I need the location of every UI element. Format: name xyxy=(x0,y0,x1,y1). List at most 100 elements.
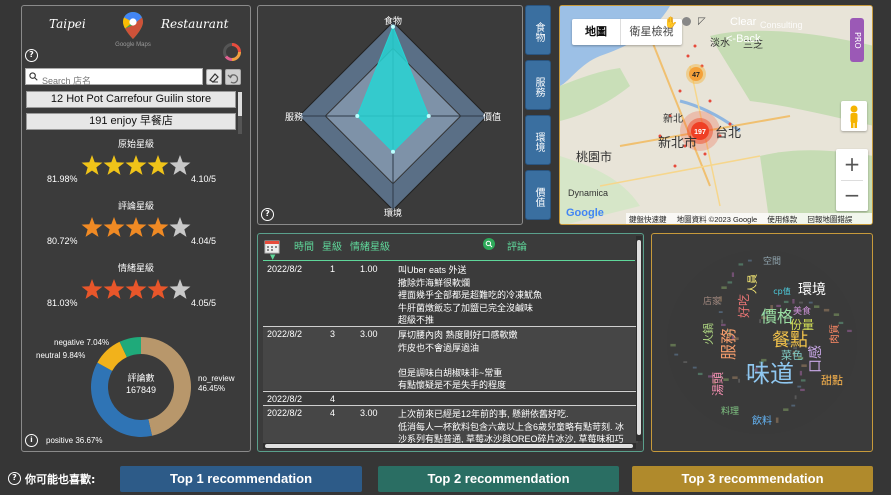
keyboard-shortcuts-link[interactable]: 鍵盤快速鍵 xyxy=(629,215,667,224)
map-label-taipei: 台北 xyxy=(715,125,741,140)
map-footer: 鍵盤快速鍵 地圖資料 ©2023 Google 使用條款 回報地圖錯誤 xyxy=(626,213,872,224)
word-cloud-word: 料理 xyxy=(721,405,739,417)
radar-help-icon[interactable]: ? xyxy=(261,208,274,221)
word-cloud-word: 空間 xyxy=(763,255,781,267)
word-cloud-filler: ▬ xyxy=(670,341,677,349)
store-list-item[interactable]: 191 enjoy 早餐店 xyxy=(26,113,236,130)
word-cloud-word: 環境 xyxy=(798,282,826,298)
star-filled xyxy=(81,279,103,299)
word-cloud-filler: ▬ xyxy=(799,300,804,306)
recommendation-bar: ? 你可能也喜歡: Top 1 recommendation Top 2 rec… xyxy=(0,462,891,495)
street-view-pegman-button[interactable] xyxy=(841,101,867,131)
scrollbar-thumb[interactable] xyxy=(637,240,641,435)
word-cloud-word: 服務 xyxy=(719,328,738,360)
zoom-out-button[interactable]: − xyxy=(836,180,868,211)
word-cloud-filler: ▬ xyxy=(748,258,753,264)
review-vertical-scrollbar[interactable] xyxy=(636,236,642,441)
pro-badge[interactable]: PRO xyxy=(850,18,864,62)
tab-environment[interactable]: 環境 xyxy=(525,115,551,165)
word-cloud-word: 湯頭 xyxy=(711,372,725,396)
column-header-emotion[interactable]: 情緒星級 xyxy=(350,238,390,253)
eraser-button[interactable] xyxy=(206,69,222,85)
review-text: 叫Uber eats 外送 撒除炸海鮮很軟爛 裡面幾乎全部都是超難吃的冷凍魷魚 … xyxy=(398,265,543,325)
word-cloud-word: 肉質 xyxy=(828,324,841,344)
star-filled xyxy=(125,279,147,299)
word-cloud-filler: ▬ xyxy=(732,374,739,382)
top3-recommendation-button[interactable]: Top 3 recommendation xyxy=(632,466,873,492)
word-cloud-filler: ▬ xyxy=(793,395,799,400)
terms-link[interactable]: 使用條款 xyxy=(767,215,797,224)
undo-button[interactable] xyxy=(225,69,241,85)
star-filled xyxy=(125,217,147,237)
review-date: 2022/8/2 xyxy=(267,264,303,274)
hand-icon[interactable]: ✋ xyxy=(664,16,678,29)
donut-center-label: 評論數 xyxy=(127,372,154,383)
column-header-star[interactable]: 星級 xyxy=(322,238,342,253)
rating-percent-emotion: 81.03% xyxy=(47,298,78,308)
search-box xyxy=(25,68,203,89)
word-cloud-word: 菜色 xyxy=(781,348,803,362)
rating-score-review: 4.04/5 xyxy=(191,236,217,246)
review-star: 4 xyxy=(330,394,336,404)
help-icon[interactable]: ? xyxy=(25,49,38,62)
word-cloud-word: cp值 xyxy=(773,286,790,296)
top1-recommendation-button[interactable]: Top 1 recommendation xyxy=(120,466,362,492)
review-text: 上次前來已經是12年前的事, 懸餅依舊好吃. 低消每人一杯飲料包含六歲以上含6歲… xyxy=(398,409,625,443)
polygon-icon[interactable]: ◸ xyxy=(698,16,706,27)
store-list-scrollbar[interactable] xyxy=(238,92,242,134)
radar-axis-food: 食物 xyxy=(384,15,402,27)
clear-button[interactable]: Clear xyxy=(730,16,756,28)
star-empty xyxy=(169,155,191,175)
radar-tab-strip: 食物 服務 環境 價值 xyxy=(525,5,552,225)
map-type-map-button[interactable]: 地圖 xyxy=(572,19,620,45)
star-filled xyxy=(103,279,125,299)
word-cloud-filler: ▬ xyxy=(847,327,853,334)
star-rating-review xyxy=(81,217,191,237)
review-text: 厚切腰內肉 熟度剛好口感軟嫩 炸皮也不會過厚過油 但是調味白胡椒味非~常重 有點… xyxy=(398,330,518,390)
map-panel[interactable]: 47 197 淡水 三芝 新北 新北市 台北 桃園市 Dynamica Goog… xyxy=(559,5,873,225)
word-cloud-word: 份量 xyxy=(790,318,814,332)
google-watermark: Google xyxy=(566,207,604,219)
word-cloud-word: 口感 xyxy=(807,345,824,373)
tab-service[interactable]: 服務 xyxy=(525,60,551,110)
store-list-item[interactable]: 12 Hot Pot Carrefour Guilin store xyxy=(26,91,236,108)
word-cloud-filler: ▬ xyxy=(801,362,808,370)
word-cloud-filler: ▬ xyxy=(727,279,733,286)
review-table-panel: ▼ 時間 星級 情緒星級 評論 2022/8/2 1 1.00 叫Uber ea… xyxy=(257,233,644,452)
zoom-in-button[interactable]: + xyxy=(836,149,868,180)
column-header-time[interactable]: 時間 xyxy=(294,238,314,253)
tab-value[interactable]: 價值 xyxy=(525,170,551,220)
word-cloud-word: 美食 xyxy=(793,305,811,317)
consulting-label[interactable]: Consulting xyxy=(760,20,803,30)
word-cloud-word: 好吃 xyxy=(737,294,751,318)
review-star: 3 xyxy=(330,329,336,339)
top2-recommendation-button[interactable]: Top 2 recommendation xyxy=(378,466,619,492)
word-cloud-word: 餐點 xyxy=(772,330,808,351)
column-header-comment[interactable]: 評論 xyxy=(507,238,527,253)
search-review-icon[interactable] xyxy=(483,238,495,250)
map-cluster-small[interactable]: 47 xyxy=(692,72,700,79)
undo-icon xyxy=(227,74,239,84)
word-cloud-filler: ▬ xyxy=(674,352,679,358)
marker-icon[interactable] xyxy=(682,17,691,26)
review-date: 2022/8/2 xyxy=(267,329,303,339)
search-icon xyxy=(29,72,38,81)
calendar-icon[interactable] xyxy=(264,238,280,254)
word-cloud-filler: ▬ xyxy=(683,360,688,366)
recommend-help-icon[interactable]: ? xyxy=(8,472,21,485)
rating-label-original: 原始星級 xyxy=(117,140,154,150)
scrollbar-thumb[interactable] xyxy=(238,92,242,116)
word-cloud-filler: ▬ xyxy=(790,298,797,304)
review-row: 2022/8/2 4 xyxy=(263,391,638,405)
review-horizontal-scrollbar[interactable] xyxy=(263,443,636,449)
report-error-link[interactable]: 回報地圖錯誤 xyxy=(807,215,852,224)
review-star: 1 xyxy=(330,264,336,274)
search-input[interactable] xyxy=(42,73,202,89)
star-filled xyxy=(81,217,103,237)
info-icon[interactable]: i xyxy=(25,434,38,447)
scrollbar-thumb[interactable] xyxy=(265,444,633,448)
back-button[interactable]: <-Back xyxy=(726,33,761,45)
google-maps-logo: Google Maps xyxy=(108,10,158,52)
recommend-question: 你可能也喜歡: xyxy=(25,473,96,486)
tab-food[interactable]: 食物 xyxy=(525,5,551,55)
